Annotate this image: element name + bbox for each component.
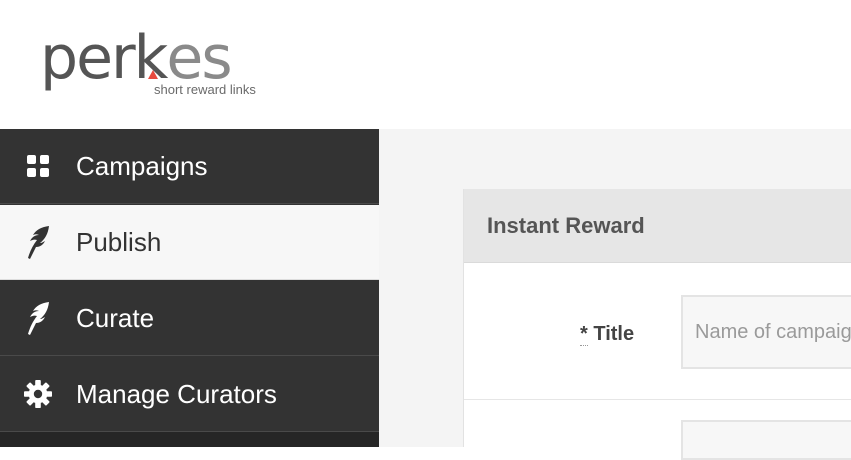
sidebar-item-label: Campaigns bbox=[76, 150, 208, 181]
next-field-input[interactable] bbox=[681, 420, 851, 460]
gear-icon bbox=[24, 380, 52, 408]
title-input[interactable] bbox=[681, 295, 851, 369]
sidebar-item-curate[interactable]: Curate bbox=[0, 281, 379, 356]
main-content: Instant Reward * Title bbox=[379, 129, 851, 460]
sidebar-item-next[interactable] bbox=[0, 432, 379, 447]
sidebar-item-label: Publish bbox=[76, 226, 162, 257]
sidebar-item-label: Manage Curators bbox=[76, 378, 277, 409]
logo-tagline: short reward links bbox=[154, 82, 256, 97]
header: perk es short reward links bbox=[0, 0, 851, 129]
panel-title: Instant Reward bbox=[487, 212, 645, 238]
sidebar-item-manage-curators[interactable]: Manage Curators bbox=[0, 357, 379, 432]
sidebar-item-campaigns[interactable]: Campaigns bbox=[0, 129, 379, 204]
required-marker: * bbox=[580, 323, 588, 346]
title-form-row: * Title bbox=[464, 263, 851, 400]
instant-reward-panel: Instant Reward * Title bbox=[463, 189, 851, 460]
feather-icon bbox=[24, 226, 52, 259]
sidebar: Campaigns Publish Curate Manage Curators bbox=[0, 129, 379, 447]
grid-icon bbox=[24, 152, 52, 180]
logo-triangle-icon bbox=[147, 70, 158, 79]
sidebar-item-label: Curate bbox=[76, 302, 155, 333]
feather-icon bbox=[24, 302, 52, 335]
title-field-label: * Title bbox=[580, 323, 635, 346]
panel-heading: Instant Reward bbox=[464, 189, 851, 263]
perkes-logo[interactable]: perk es short reward links bbox=[40, 22, 280, 102]
sidebar-item-publish[interactable]: Publish bbox=[0, 205, 379, 280]
